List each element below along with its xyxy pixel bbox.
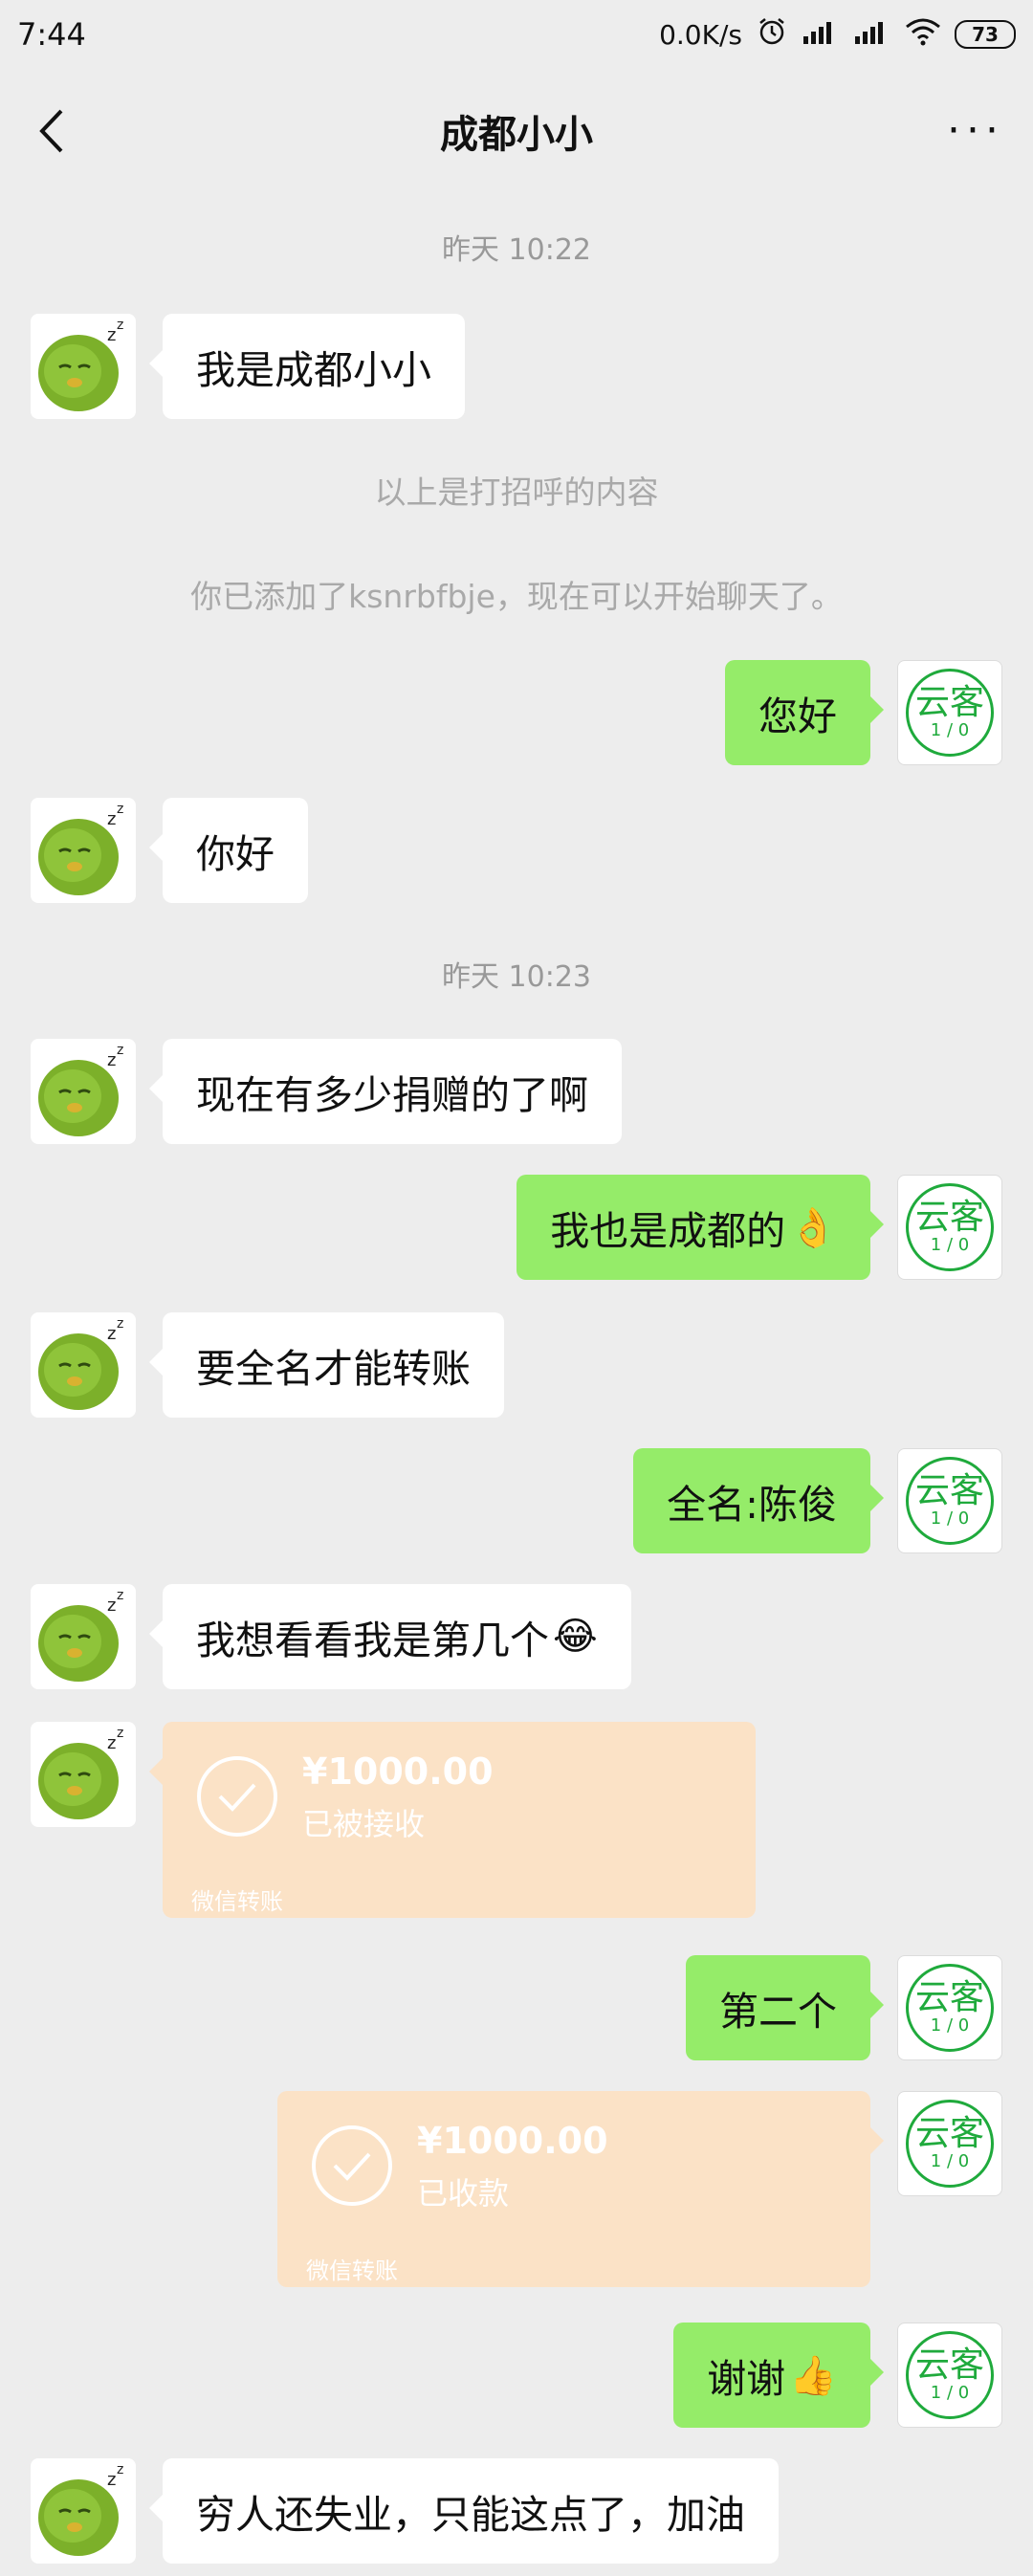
yunke-logo-icon: 云客 1 / 0 — [906, 2331, 994, 2419]
transfer-label: 微信转账 — [306, 2257, 398, 2284]
message-text: 谢谢 — [707, 2356, 786, 2402]
message-text: 您好 — [758, 694, 837, 739]
message-bubble-received[interactable]: 穷人还失业，只能这点了，加油 — [149, 2458, 779, 2564]
message-bubble-received[interactable]: 我想看看我是第几个 😂 — [149, 1584, 631, 1689]
my-avatar[interactable]: 云客 1 / 0 — [897, 1448, 1002, 1553]
contact-avatar[interactable]: zz — [31, 2458, 136, 2564]
system-message: 你已添加了ksnrbfbje，现在可以开始聊天了。 — [190, 578, 843, 615]
message-bubble-sent[interactable]: 全名:陈俊 — [633, 1448, 884, 1553]
svg-text:z: z — [107, 1596, 116, 1616]
contact-avatar[interactable]: zz — [31, 798, 136, 903]
transfer-status: 已收款 — [417, 2175, 510, 2212]
svg-text:z: z — [107, 325, 116, 345]
transfer-card-sent[interactable]: ¥1000.00 已收款 微信转账 — [277, 2091, 884, 2287]
transfer-amount: ¥1000.00 — [417, 2120, 608, 2162]
message-bubble-sent[interactable]: 您好 — [725, 660, 884, 765]
message-bubble-received[interactable]: 我是成都小小 — [149, 314, 465, 419]
message-bubble-received[interactable]: 你好 — [149, 798, 308, 903]
svg-text:z: z — [107, 2470, 116, 2490]
message-text: 要全名才能转账 — [196, 1346, 471, 1392]
wifi-icon — [905, 17, 941, 53]
contact-avatar[interactable]: zz — [31, 314, 136, 419]
my-avatar[interactable]: 云客 1 / 0 — [897, 2323, 1002, 2428]
check-circle-icon — [197, 1756, 277, 1837]
yunke-logo-icon: 云客 1 / 0 — [906, 2100, 994, 2188]
message-text: 穷人还失业，只能这点了，加油 — [196, 2492, 745, 2538]
message-text: 我也是成都的 — [550, 1208, 786, 1254]
yunke-logo-icon: 云客 1 / 0 — [906, 1183, 994, 1271]
back-icon[interactable] — [29, 98, 77, 165]
signal-icon — [802, 17, 840, 53]
message-text: 现在有多少捐赠的了啊 — [196, 1072, 588, 1118]
message-text: 我是成都小小 — [196, 347, 431, 393]
message-bubble-received[interactable]: 现在有多少捐赠的了啊 — [149, 1039, 622, 1144]
chat-header: 成都小小 ··· — [0, 69, 1033, 193]
contact-avatar[interactable]: zz — [31, 1039, 136, 1144]
message-text: 你好 — [196, 831, 275, 877]
transfer-amount: ¥1000.00 — [302, 1750, 494, 1793]
thumbs-up-emoji-icon: 👍 — [789, 2353, 837, 2398]
my-avatar[interactable]: 云客 1 / 0 — [897, 660, 1002, 765]
message-bubble-received[interactable]: 要全名才能转账 — [149, 1312, 504, 1418]
message-bubble-sent[interactable]: 第二个 — [686, 1955, 884, 2060]
yunke-logo-icon: 云客 1 / 0 — [906, 1964, 994, 2052]
message-bubble-sent[interactable]: 我也是成都的 👌 — [516, 1175, 884, 1280]
transfer-label: 微信转账 — [191, 1888, 283, 1915]
svg-text:z: z — [117, 318, 123, 333]
more-icon[interactable]: ··· — [947, 110, 1004, 152]
contact-avatar[interactable]: zz — [31, 1722, 136, 1827]
svg-text:z: z — [117, 1316, 123, 1332]
svg-text:z: z — [117, 2462, 123, 2477]
yunke-logo-icon: 云客 1 / 0 — [906, 669, 994, 757]
svg-text:z: z — [107, 809, 116, 829]
status-right: 0.0K/s 73 — [659, 15, 1016, 55]
svg-text:z: z — [117, 802, 123, 817]
contact-avatar[interactable]: zz — [31, 1584, 136, 1689]
my-avatar[interactable]: 云客 1 / 0 — [897, 1175, 1002, 1280]
network-speed: 0.0K/s — [659, 18, 742, 51]
timestamp: 昨天 10:23 — [442, 960, 591, 994]
svg-text:z: z — [107, 1733, 116, 1753]
svg-text:z: z — [117, 1726, 123, 1741]
transfer-card-received[interactable]: ¥1000.00 已被接收 微信转账 — [149, 1722, 756, 1918]
chat-title: 成都小小 — [440, 113, 593, 157]
svg-text:z: z — [117, 1588, 123, 1603]
message-text: 第二个 — [719, 1989, 837, 2035]
my-avatar[interactable]: 云客 1 / 0 — [897, 1955, 1002, 2060]
transfer-status: 已被接收 — [302, 1806, 426, 1842]
message-text: 全名:陈俊 — [667, 1482, 837, 1528]
svg-text:z: z — [117, 1043, 123, 1058]
laughing-tears-emoji-icon: 😂 — [553, 1615, 598, 1659]
status-time: 7:44 — [17, 16, 86, 53]
alarm-icon — [756, 15, 788, 55]
svg-text:z: z — [107, 1324, 116, 1344]
svg-text:z: z — [107, 1050, 116, 1070]
contact-avatar[interactable]: zz — [31, 1312, 136, 1418]
status-bar: 7:44 0.0K/s 73 — [0, 0, 1033, 69]
ok-hand-emoji-icon: 👌 — [789, 1205, 837, 1250]
signal-icon-2 — [853, 17, 891, 53]
battery-indicator: 73 — [955, 20, 1016, 49]
check-circle-icon — [312, 2125, 392, 2206]
message-text: 我想看看我是第几个 — [196, 1618, 549, 1663]
my-avatar[interactable]: 云客 1 / 0 — [897, 2091, 1002, 2196]
timestamp: 昨天 10:22 — [442, 233, 591, 267]
message-bubble-sent[interactable]: 谢谢 👍 — [673, 2323, 884, 2428]
system-message: 以上是打招呼的内容 — [374, 473, 659, 511]
yunke-logo-icon: 云客 1 / 0 — [906, 1457, 994, 1545]
